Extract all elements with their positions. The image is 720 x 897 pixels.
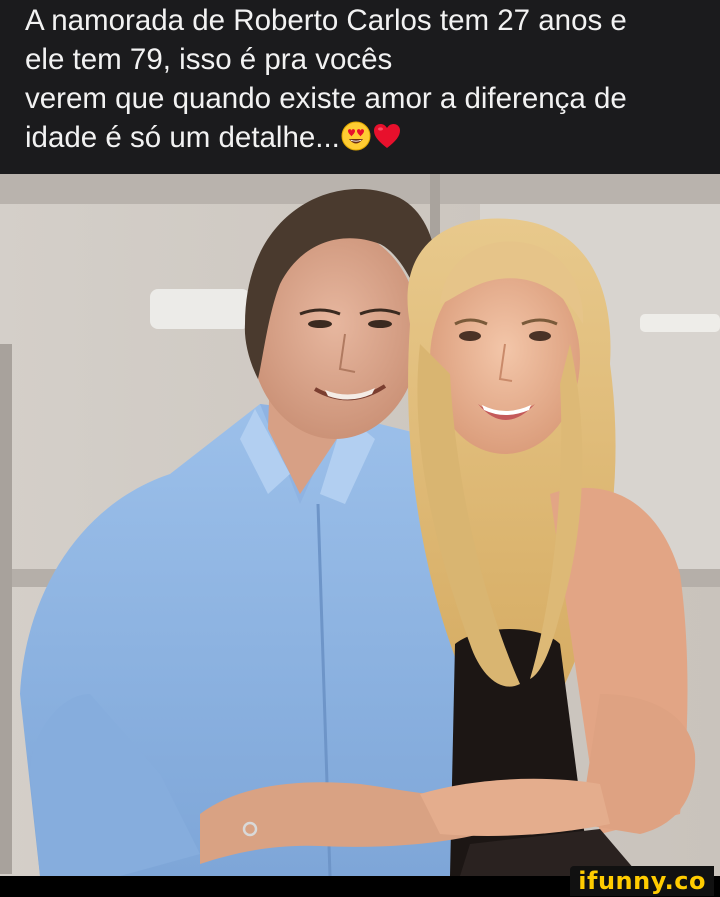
caption-text: A namorada de Roberto Carlos tem 27 anos… <box>25 0 705 173</box>
meme-post: A namorada de Roberto Carlos tem 27 anos… <box>0 0 720 897</box>
caption-line-2: ele tem 79, isso é pra vocês <box>25 43 393 76</box>
caption-line-4-wrap: idade é só um detalhe... <box>25 118 705 161</box>
heart-eyes-emoji-icon <box>341 121 371 161</box>
caption-line-4: idade é só um detalhe... <box>25 121 340 154</box>
red-heart-emoji-icon <box>372 121 402 161</box>
photo-couple <box>0 174 720 876</box>
ifunny-watermark: ifunny.co <box>570 866 714 896</box>
caption-line-1: A namorada de Roberto Carlos tem 27 anos… <box>25 4 627 37</box>
caption-line-3: verem que quando existe amor a diferença… <box>25 82 627 115</box>
